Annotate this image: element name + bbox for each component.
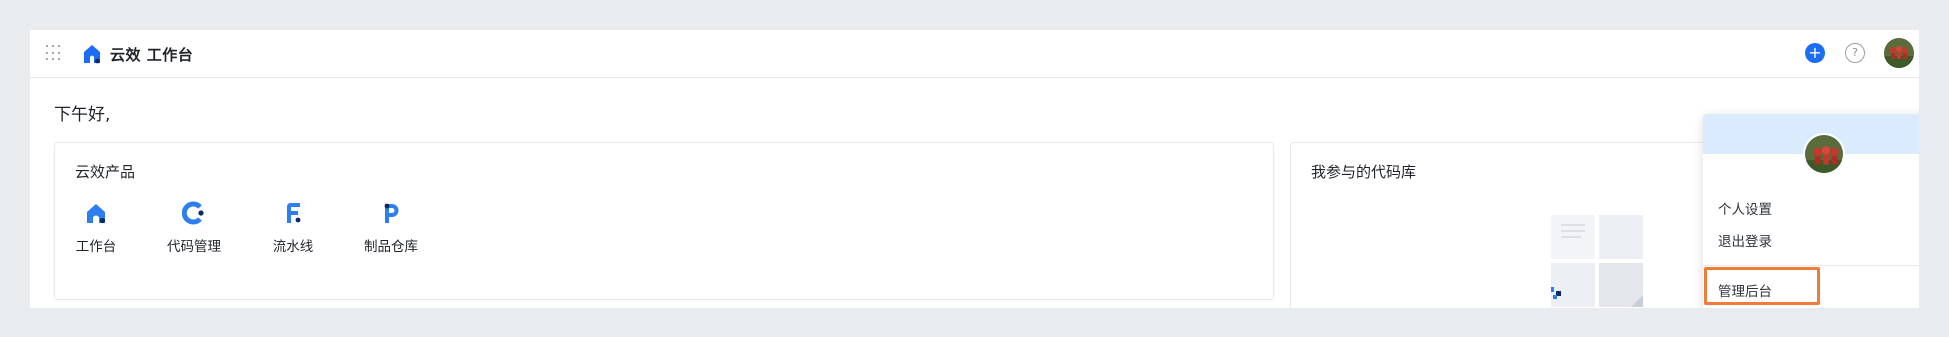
help-icon[interactable]: ? bbox=[1845, 43, 1865, 63]
repos-title: 我参与的代码库 bbox=[1311, 163, 1417, 181]
app-window: 云效 工作台 + ? 下午好, 云效产品 工作台 代码管理 流水线 制品仓库 我… bbox=[30, 30, 1919, 308]
product-code[interactable]: 代码管理 bbox=[149, 201, 239, 255]
create-button[interactable]: + bbox=[1805, 43, 1825, 63]
app-grid-icon[interactable] bbox=[46, 45, 62, 61]
workbench-icon bbox=[87, 204, 106, 224]
app-title: 云效 工作台 bbox=[110, 45, 194, 64]
product-label: 工作台 bbox=[75, 239, 117, 255]
menu-item-settings[interactable]: 个人设置 bbox=[1718, 198, 1772, 218]
user-menu-avatar bbox=[1803, 133, 1845, 175]
pipeline-icon bbox=[287, 203, 301, 223]
user-menu-dropdown: 个人设置 退出登录 管理后台 bbox=[1703, 114, 1919, 308]
top-bar: 云效 工作台 + ? bbox=[30, 30, 1919, 78]
highlight-box bbox=[1704, 267, 1820, 305]
product-label: 流水线 bbox=[272, 239, 314, 255]
yunxiao-logo-icon bbox=[84, 45, 100, 64]
product-pipeline[interactable]: 流水线 bbox=[248, 201, 338, 255]
artifact-icon bbox=[384, 203, 399, 223]
avatar-image bbox=[1884, 38, 1914, 68]
menu-divider bbox=[1703, 265, 1919, 266]
code-icon bbox=[182, 201, 204, 225]
product-label: 制品仓库 bbox=[364, 239, 418, 255]
products-title: 云效产品 bbox=[75, 163, 136, 181]
product-artifact[interactable]: 制品仓库 bbox=[346, 201, 436, 255]
menu-item-logout[interactable]: 退出登录 bbox=[1718, 230, 1772, 250]
products-card: 云效产品 工作台 代码管理 流水线 制品仓库 bbox=[54, 142, 1274, 300]
product-label: 代码管理 bbox=[167, 239, 221, 255]
empty-state-illustration bbox=[1551, 215, 1643, 307]
product-workbench[interactable]: 工作台 bbox=[51, 201, 141, 255]
greeting-text: 下午好, bbox=[54, 105, 111, 125]
avatar-image bbox=[1805, 135, 1843, 173]
brand[interactable]: 云效 工作台 bbox=[82, 41, 193, 67]
user-avatar[interactable] bbox=[1884, 38, 1914, 68]
